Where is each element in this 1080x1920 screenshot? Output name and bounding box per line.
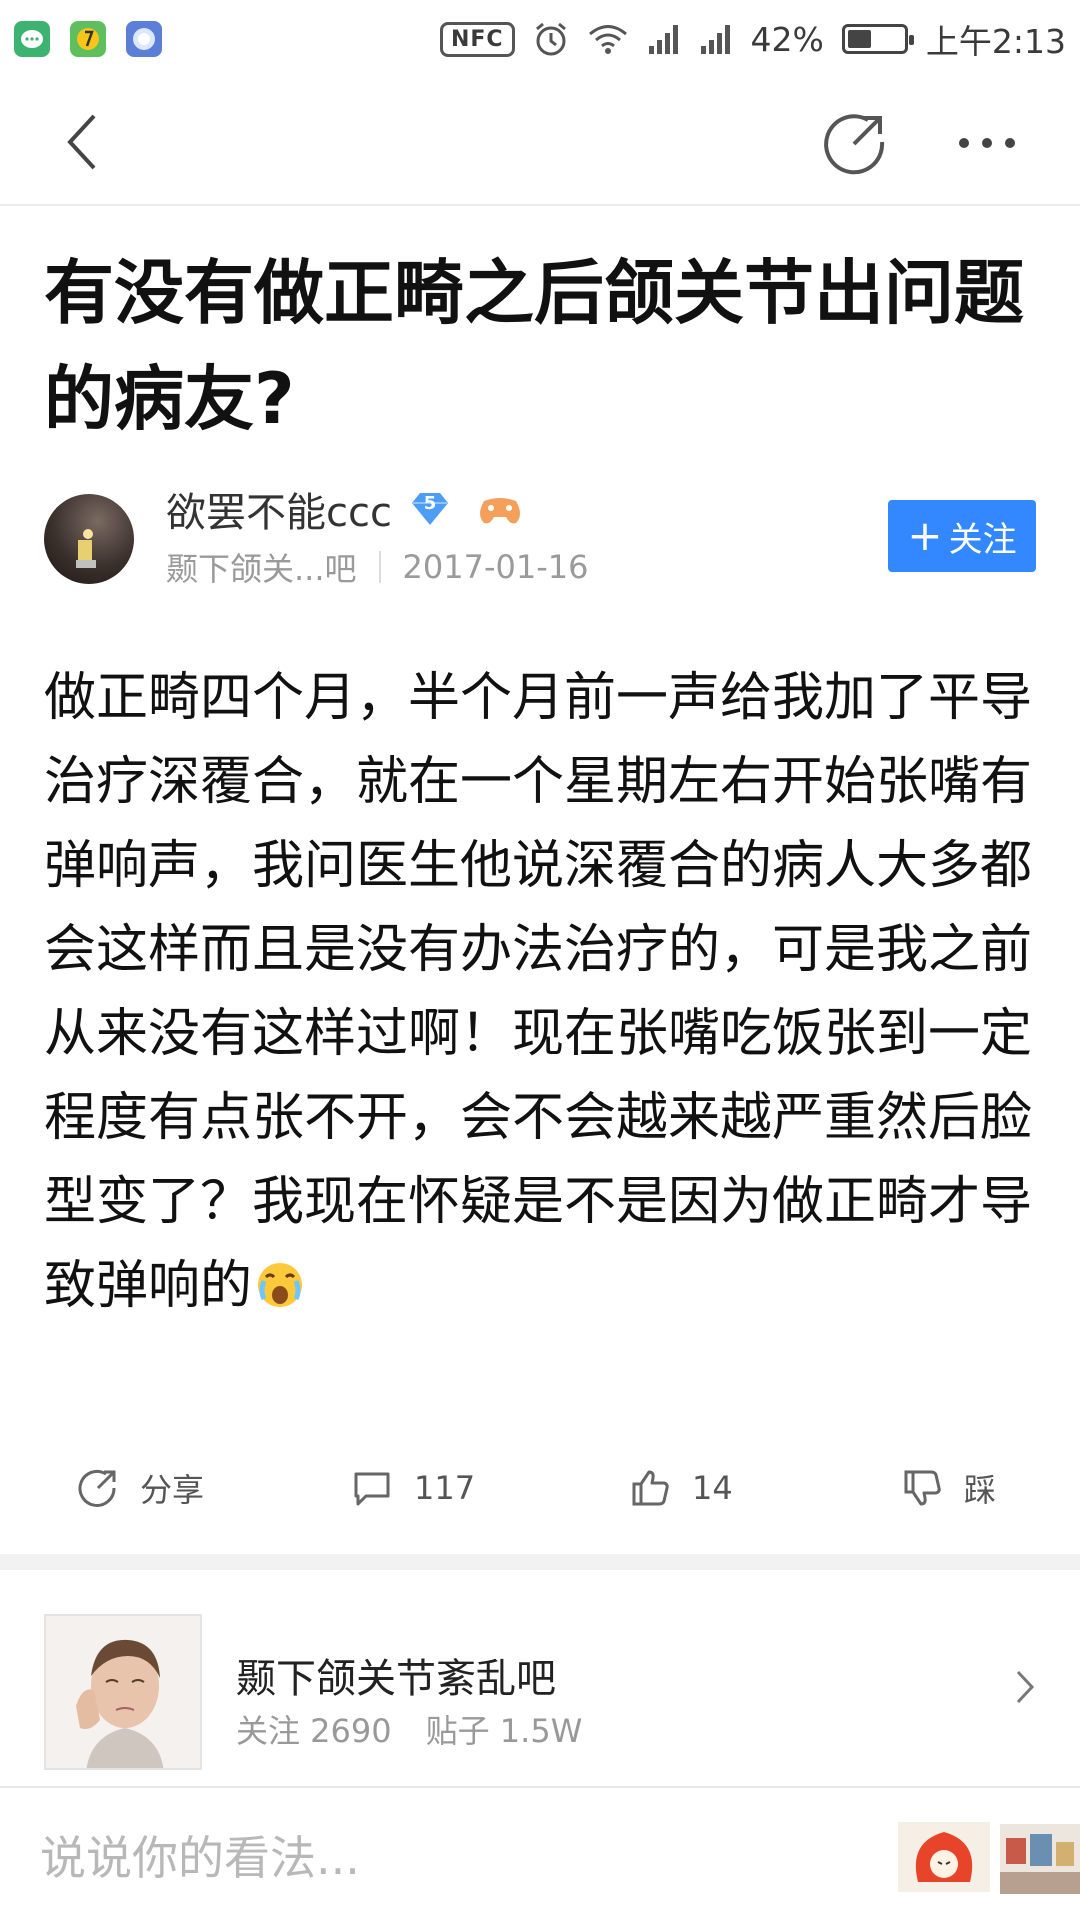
post-body: 做正畸四个月，半个月前一声给我加了平导治疗深覆合，就在一个星期左右开始张嘴有弹响… bbox=[44, 656, 1044, 1328]
thumbs-up-icon bbox=[632, 1470, 669, 1506]
nfc-indicator: NFC bbox=[439, 21, 515, 57]
top-nav bbox=[0, 78, 1080, 206]
chevron-right-icon bbox=[1016, 1670, 1035, 1704]
sticker-thumbnail[interactable] bbox=[1000, 1824, 1080, 1894]
share-label: 分享 bbox=[140, 1471, 205, 1509]
divider bbox=[378, 551, 381, 583]
follow-button[interactable]: + 关注 bbox=[888, 500, 1036, 572]
clock: 上午2:13 bbox=[925, 22, 1066, 61]
author-info: 欲罢不能ccc 5 bbox=[166, 480, 524, 538]
wifi-icon bbox=[588, 25, 627, 54]
battery-icon bbox=[841, 24, 914, 54]
system-status: NFC 42% 上午2:13 bbox=[439, 15, 1066, 63]
share-icon bbox=[78, 1469, 116, 1507]
level-badge: 5 bbox=[408, 489, 452, 529]
post-meta: 颞下颌关...吧 2017-01-16 bbox=[166, 544, 589, 590]
browser-app-icon bbox=[126, 21, 162, 57]
reply-bar bbox=[0, 1786, 1080, 1920]
crying-emoji-icon bbox=[258, 1263, 303, 1307]
section-divider bbox=[0, 1554, 1080, 1570]
share-icon[interactable] bbox=[820, 108, 890, 178]
like-button[interactable]: 14 bbox=[628, 1450, 733, 1526]
sticker-thumbnail[interactable] bbox=[898, 1822, 990, 1892]
reply-input[interactable] bbox=[40, 1818, 860, 1898]
forum-thumbnail bbox=[44, 1614, 202, 1770]
gamepad-icon bbox=[479, 498, 520, 524]
signal-icon bbox=[700, 25, 730, 54]
forum-stats: 关注 2690 贴子 1.5W bbox=[236, 1706, 582, 1752]
share-action-button[interactable]: 分享 bbox=[76, 1450, 204, 1526]
message-app-icon bbox=[14, 21, 50, 57]
dislike-label: 踩 bbox=[964, 1471, 997, 1509]
comment-icon bbox=[354, 1472, 390, 1506]
battery-level bbox=[847, 30, 871, 48]
dislike-button[interactable]: 踩 bbox=[900, 1450, 996, 1526]
like-count: 14 bbox=[692, 1469, 733, 1507]
comment-button[interactable]: 117 bbox=[350, 1450, 475, 1526]
alarm-icon bbox=[535, 22, 566, 56]
forum-link[interactable]: 颞下颌关...吧 bbox=[166, 544, 357, 590]
more-dots-icon[interactable] bbox=[952, 118, 1022, 168]
post-date: 2017-01-16 bbox=[402, 548, 589, 586]
follow-label: 关注 bbox=[948, 519, 1017, 560]
signal-icon bbox=[648, 25, 678, 54]
post-title: 有没有做正畸之后颌关节出问题的病友? bbox=[44, 252, 1024, 440]
forum-name: 颞下颌关节紊乱吧 bbox=[236, 1656, 556, 1702]
status-bar: NFC 42% 上午2:13 bbox=[0, 0, 1080, 78]
comment-count: 117 bbox=[414, 1469, 476, 1507]
author-name[interactable]: 欲罢不能ccc bbox=[166, 480, 392, 538]
plus-icon: + bbox=[907, 511, 943, 560]
forum-card[interactable]: 颞下颌关节紊乱吧 关注 2690 贴子 1.5W bbox=[0, 1570, 1080, 1786]
level-number: 5 bbox=[423, 493, 437, 514]
forum-posts: 贴子 1.5W bbox=[425, 1712, 583, 1750]
avatar[interactable] bbox=[44, 494, 134, 584]
forum-followers: 关注 2690 bbox=[236, 1712, 392, 1750]
music-app-icon bbox=[70, 21, 106, 57]
thumbs-down-icon bbox=[904, 1470, 941, 1506]
post-text: 做正畸四个月，半个月前一声给我加了平导治疗深覆合，就在一个星期左右开始张嘴有弹响… bbox=[44, 668, 1033, 1316]
action-bar: 分享 117 14 踩 bbox=[0, 1450, 1080, 1526]
notification-icons bbox=[14, 21, 162, 57]
back-chevron-icon[interactable] bbox=[56, 106, 116, 178]
battery-percent: 42% bbox=[750, 19, 824, 59]
